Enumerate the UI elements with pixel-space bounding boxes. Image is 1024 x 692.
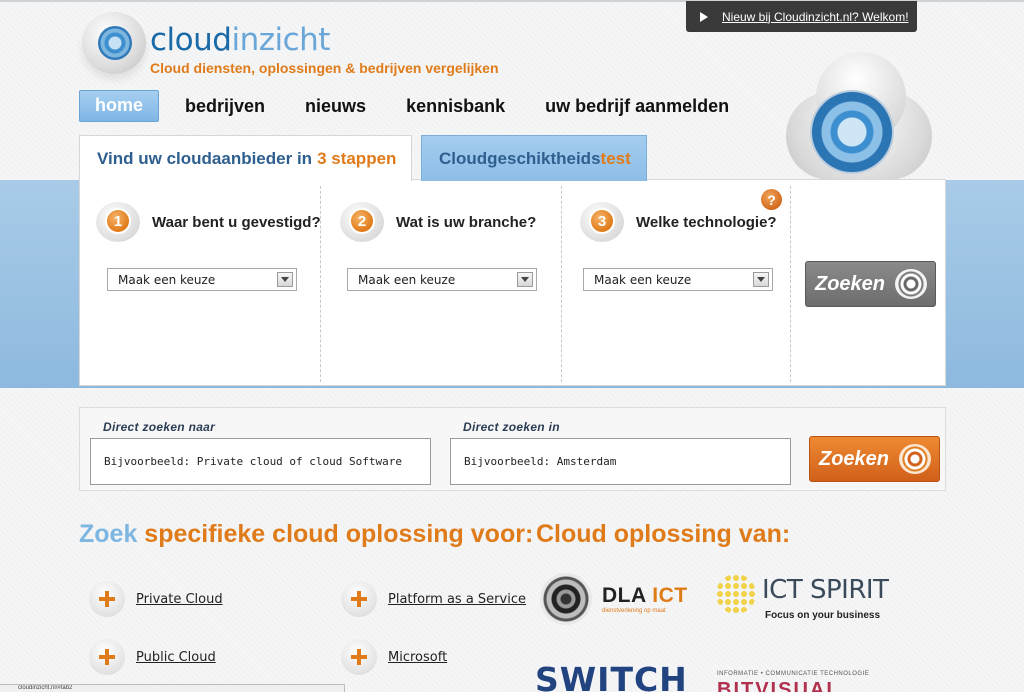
location-select[interactable]: Maak een keuze [107, 268, 297, 291]
site-tagline: Cloud diensten, oplossingen & bedrijven … [150, 60, 499, 76]
partner-logo-dla-ict[interactable]: DLA ICT dienstverlening op maat [540, 570, 705, 628]
step-1: 1 Waar bent u gevestigd? [96, 202, 321, 242]
play-icon [700, 11, 708, 22]
step-label: Welke technologie? [636, 213, 777, 231]
partner-logo-switch[interactable]: SWITCH [535, 660, 688, 692]
chevron-down-icon[interactable] [517, 272, 533, 287]
solution-label[interactable]: Microsoft [388, 650, 447, 665]
plus-icon [341, 581, 377, 617]
direct-search-bar: Direct zoeken naar Bijvoorbeeld: Private… [79, 407, 946, 491]
dla-text: DLA ICT dienstverlening op maat [602, 584, 688, 614]
eye-icon [98, 26, 132, 60]
solution-link[interactable]: Private Cloud [89, 581, 223, 617]
section-heading-providers: Cloud oplossing van: [536, 520, 791, 548]
technology-select[interactable]: Maak een keuze [583, 268, 773, 291]
solution-link[interactable]: Public Cloud [89, 639, 216, 675]
cloud-mascot-icon [786, 52, 932, 180]
bitvisual-name: BITVISUAL [717, 679, 841, 692]
spirit-subtitle: Focus on your business [765, 610, 881, 621]
solution-label[interactable]: Private Cloud [136, 592, 223, 607]
tab2-label: Cloudgeschiktheids [439, 148, 601, 168]
button-label: Zoeken [819, 447, 890, 470]
direct-search-where-label: Direct zoeken in [463, 420, 560, 434]
tab1-accent: 3 stappen [317, 148, 397, 168]
welcome-banner[interactable]: Nieuw bij Cloudinzicht.nl? Welkom! [686, 1, 917, 32]
nav-bedrijf-aanmelden[interactable]: uw bedrijf aanmelden [545, 96, 729, 117]
nav-bedrijven[interactable]: bedrijven [185, 96, 265, 117]
tab1-label: Vind uw cloudaanbieder in [97, 148, 313, 168]
browser-status-bar: cloudinzicht.nl/#tab2 [0, 684, 345, 692]
tab2-accent: test [600, 148, 631, 168]
step-number: 2 [349, 208, 375, 234]
plus-icon [341, 639, 377, 675]
cloud-logo-icon[interactable] [82, 12, 146, 74]
solution-link[interactable]: Platform as a Service [341, 581, 526, 617]
heading-prefix: Zoek [79, 520, 138, 548]
step-badge-icon: 3 [580, 202, 624, 242]
logo-part-inzicht: inzicht [231, 22, 330, 58]
partner-logo-bitvisual[interactable]: INFORMATIE • COMMUNICATIE TECHNOLOGIE BI… [717, 671, 869, 692]
branche-select[interactable]: Maak een keuze [347, 268, 537, 291]
heading-rest: specifieke cloud oplossing voor: [137, 520, 534, 548]
step-badge-icon: 1 [96, 202, 140, 242]
select-value: Maak een keuze [118, 272, 216, 287]
help-icon[interactable]: ? [761, 189, 782, 210]
tab-suitability-test[interactable]: Cloudgeschiktheids test [421, 135, 647, 181]
tab-find-provider[interactable]: Vind uw cloudaanbieder in 3 stappen [79, 135, 412, 181]
nav-home[interactable]: home [79, 90, 160, 122]
nav-kennisbank[interactable]: kennisbank [406, 96, 505, 117]
nav-nieuws[interactable]: nieuws [305, 96, 366, 117]
section-heading-solutions: Zoek specifieke cloud oplossing voor: [79, 520, 533, 549]
sun-dots-icon [716, 574, 756, 614]
partner-logo-ict-spirit[interactable]: ICT SPIRIT Focus on your business [714, 572, 894, 624]
step-label: Waar bent u gevestigd? [152, 213, 321, 231]
step-number: 1 [105, 208, 131, 234]
main-nav: home bedrijven nieuws kennisbank uw bedr… [79, 90, 769, 122]
spirit-name: ICT SPIRIT [762, 575, 889, 605]
dla-name-part: DLA [602, 584, 646, 607]
step-2: 2 Wat is uw branche? [340, 202, 536, 242]
disc-icon [540, 573, 592, 625]
step-3: 3 Welke technologie? [580, 202, 777, 242]
select-value: Maak een keuze [358, 272, 456, 287]
select-value: Maak een keuze [594, 272, 692, 287]
divider [561, 186, 562, 382]
direct-search-what-label: Direct zoeken naar [103, 420, 216, 434]
cloud-eye-icon [899, 444, 931, 474]
search-steps-button[interactable]: Zoeken [805, 261, 936, 307]
step-label: Wat is uw branche? [396, 213, 537, 231]
cloud-eye-icon [895, 269, 927, 299]
step-badge-icon: 2 [340, 202, 384, 242]
chevron-down-icon[interactable] [277, 272, 293, 287]
logo-part-cloud: cloud [150, 22, 232, 58]
direct-search-what-input[interactable]: Bijvoorbeeld: Private cloud of cloud Sof… [90, 438, 431, 485]
dla-accent: ICT [652, 584, 688, 607]
solution-link[interactable]: Microsoft [341, 639, 447, 675]
dla-name: DLA ICT [602, 584, 688, 608]
solution-label[interactable]: Platform as a Service [388, 592, 526, 607]
welcome-link[interactable]: Nieuw bij Cloudinzicht.nl? Welkom! [722, 10, 909, 24]
direct-search-where-input[interactable]: Bijvoorbeeld: Amsterdam [450, 438, 791, 485]
site-logo[interactable]: cloudinzicht [150, 22, 330, 58]
button-label: Zoeken [815, 272, 886, 295]
plus-icon [89, 581, 125, 617]
bitvisual-subtitle: INFORMATIE • COMMUNICATIE TECHNOLOGIE [717, 671, 870, 677]
search-steps-panel: 1 Waar bent u gevestigd? 2 Wat is uw bra… [79, 179, 946, 386]
plus-icon [89, 639, 125, 675]
direct-search-button[interactable]: Zoeken [809, 436, 940, 482]
dla-subtitle: dienstverlening op maat [602, 608, 666, 614]
chevron-down-icon[interactable] [753, 272, 769, 287]
solution-label[interactable]: Public Cloud [136, 650, 216, 665]
step-number: 3 [589, 208, 615, 234]
divider [790, 186, 791, 382]
